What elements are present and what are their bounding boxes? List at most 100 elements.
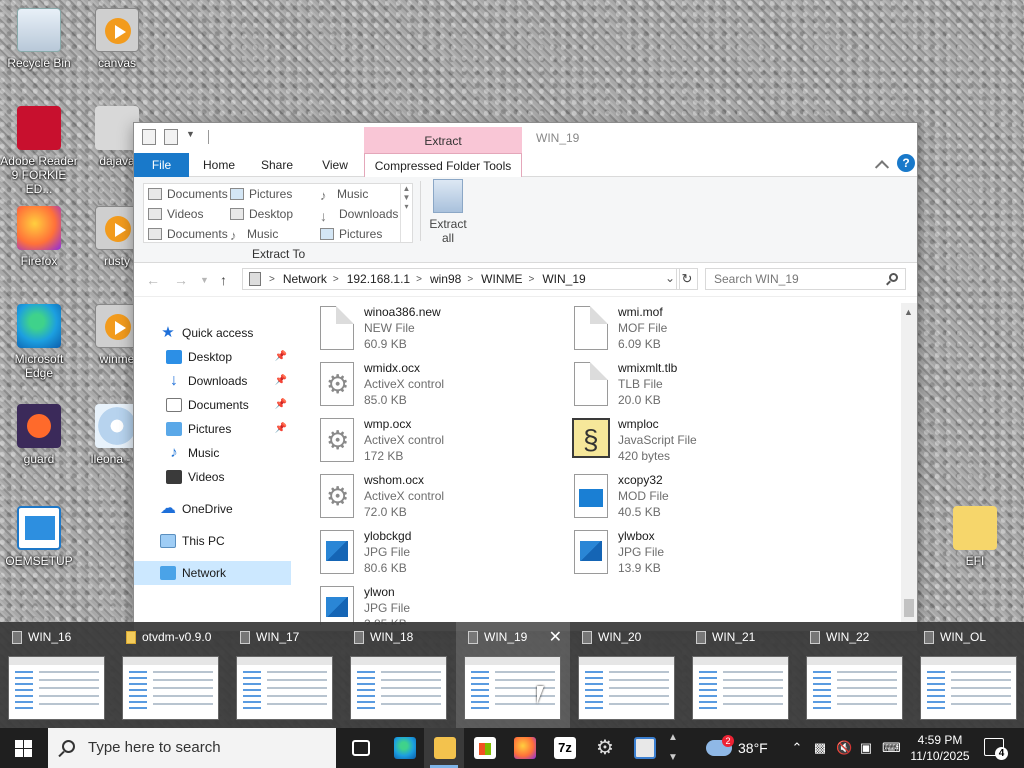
- up-arrow-icon[interactable]: ↑: [220, 272, 227, 288]
- nav-documents[interactable]: Documents 📌: [134, 393, 291, 417]
- pin-icon[interactable]: 📌: [275, 399, 287, 410]
- taskbar-overflow-icon[interactable]: ▲ ▼: [664, 728, 682, 768]
- destination-pictures-2[interactable]: Pictures: [320, 227, 382, 241]
- destination-documents[interactable]: Documents: [148, 187, 228, 201]
- file-item[interactable]: wmidx.ocx ActiveX control 85.0 KB: [296, 359, 536, 415]
- file-item[interactable]: wmixmlt.tlb TLB File 20.0 KB: [550, 359, 790, 415]
- tab-share[interactable]: Share: [252, 153, 302, 177]
- help-icon[interactable]: ?: [897, 154, 915, 172]
- desktop-icon-guard[interactable]: guard: [0, 404, 78, 466]
- new-folder-icon[interactable]: [164, 129, 178, 145]
- search-input[interactable]: Search WIN_19: [705, 268, 906, 290]
- file-list-scrollbar[interactable]: ▲: [901, 303, 917, 623]
- thumbnail-win18[interactable]: WIN_18: [342, 622, 456, 728]
- taskbar-control-panel[interactable]: [624, 728, 664, 768]
- file-item[interactable]: wmi.mof MOF File 6.09 KB: [550, 303, 790, 359]
- destination-music[interactable]: Music: [320, 187, 368, 201]
- breadcrumb-win19[interactable]: WIN_19: [542, 272, 585, 286]
- file-item[interactable]: xcopy32 MOD File 40.5 KB: [550, 471, 790, 527]
- thumbnail-win21[interactable]: WIN_21: [684, 622, 798, 728]
- nav-network[interactable]: Network: [134, 561, 291, 585]
- explorer-window[interactable]: ▼ Extract WIN_19 File Home Share View Co…: [133, 122, 918, 632]
- volume-muted-icon[interactable]: 🔇: [836, 741, 852, 755]
- recent-locations-icon[interactable]: ▼: [200, 275, 209, 285]
- file-item[interactable]: ylwon JPG File 2.85 KB: [296, 583, 536, 625]
- pin-icon[interactable]: 📌: [275, 351, 287, 362]
- thumbnail-win22[interactable]: WIN_22: [798, 622, 912, 728]
- notification-center-icon[interactable]: 4: [984, 738, 1008, 760]
- taskbar-firefox[interactable]: [504, 728, 544, 768]
- gallery-scroll[interactable]: ▲ ▼ ▾: [400, 184, 412, 242]
- desktop-icon-adobe-reader[interactable]: Adobe Reader 9 FORKIE ED...: [0, 106, 78, 196]
- weather-widget[interactable]: 2 38°F: [704, 728, 782, 768]
- thumbnail-win19[interactable]: WIN_19 ✕: [456, 622, 570, 728]
- breadcrumb-ip[interactable]: 192.168.1.1: [347, 272, 410, 286]
- clock[interactable]: 4:59 PM 11/10/2025: [908, 732, 972, 764]
- destination-videos[interactable]: Videos: [148, 207, 203, 221]
- taskbar-7zip[interactable]: 7z: [544, 728, 584, 768]
- desktop-icon-edge[interactable]: Microsoft Edge: [0, 304, 78, 380]
- task-view-button[interactable]: [340, 728, 380, 768]
- nav-quick-access[interactable]: ★ Quick access: [134, 321, 291, 345]
- desktop-icon-canvas[interactable]: canvas: [78, 8, 156, 70]
- refresh-button[interactable]: ↻: [676, 268, 698, 290]
- destination-documents-2[interactable]: Documents: [148, 227, 228, 241]
- file-item[interactable]: ylwbox JPG File 13.9 KB: [550, 527, 790, 583]
- network-tray-icon[interactable]: ▩: [813, 741, 827, 755]
- thumbnail-win20[interactable]: WIN_20: [570, 622, 684, 728]
- back-arrow-icon[interactable]: ←: [146, 272, 160, 288]
- desktop-icon-firefox[interactable]: Firefox: [0, 206, 78, 268]
- file-item[interactable]: winoa386.new NEW File 60.9 KB: [296, 303, 536, 359]
- extract-all-button[interactable]: Extract all: [426, 179, 470, 245]
- pin-icon[interactable]: 📌: [275, 375, 287, 386]
- title-bar[interactable]: ▼ Extract WIN_19: [134, 123, 917, 155]
- thumbnail-winol[interactable]: WIN_OL: [912, 622, 1024, 728]
- taskbar-store[interactable]: [464, 728, 504, 768]
- collapse-ribbon-icon[interactable]: [874, 160, 890, 175]
- nav-music[interactable]: ♪ Music: [134, 441, 291, 465]
- file-item[interactable]: wmploc JavaScript File 420 bytes: [550, 415, 790, 471]
- desktop-icon-efi[interactable]: EFI: [936, 506, 1014, 568]
- tab-compressed-folder-tools[interactable]: Compressed Folder Tools: [364, 153, 522, 178]
- tab-home[interactable]: Home: [194, 153, 244, 177]
- nav-videos[interactable]: Videos: [134, 465, 291, 489]
- taskbar-edge[interactable]: [384, 728, 424, 768]
- file-item[interactable]: ylobckgd JPG File 80.6 KB: [296, 527, 536, 583]
- file-item[interactable]: wshom.ocx ActiveX control 72.0 KB: [296, 471, 536, 527]
- breadcrumb-network[interactable]: Network: [283, 272, 327, 286]
- thumbnail-win17[interactable]: WIN_17: [228, 622, 342, 728]
- address-bar[interactable]: > Network > 192.168.1.1 > win98 > WINME …: [242, 268, 680, 290]
- breadcrumb-win98[interactable]: win98: [430, 272, 461, 286]
- nav-this-pc[interactable]: This PC: [134, 529, 291, 553]
- taskbar-file-explorer[interactable]: [424, 728, 464, 768]
- nav-onedrive[interactable]: ☁ OneDrive: [134, 497, 291, 521]
- nav-downloads[interactable]: ↓ Downloads 📌: [134, 369, 291, 393]
- forward-arrow-icon[interactable]: →: [174, 272, 188, 288]
- breadcrumb-winme[interactable]: WINME: [481, 272, 522, 286]
- address-dropdown-icon[interactable]: ⌄: [665, 271, 675, 285]
- desktop-icon-oemsetup[interactable]: OEMSETUP: [0, 506, 78, 568]
- file-item[interactable]: wmp.ocx ActiveX control 172 KB: [296, 415, 536, 471]
- close-icon[interactable]: ✕: [549, 627, 562, 647]
- destination-desktop[interactable]: Desktop: [230, 207, 293, 221]
- pin-icon[interactable]: 📌: [275, 423, 287, 434]
- display-icon[interactable]: ▣: [859, 741, 873, 755]
- destination-music-2[interactable]: Music: [230, 227, 278, 241]
- customize-qat-icon[interactable]: ▼: [186, 129, 200, 145]
- scroll-thumb[interactable]: [904, 599, 914, 617]
- nav-desktop[interactable]: Desktop 📌: [134, 345, 291, 369]
- taskbar-settings[interactable]: ⚙: [584, 728, 624, 768]
- thumbnail-otvdm[interactable]: otvdm-v0.9.0: [114, 622, 228, 728]
- properties-icon[interactable]: [142, 129, 156, 145]
- tab-file[interactable]: File: [134, 153, 189, 177]
- nav-pictures[interactable]: Pictures 📌: [134, 417, 291, 441]
- scroll-up-icon[interactable]: ▲: [904, 307, 913, 317]
- taskbar-search-input[interactable]: Type here to search: [48, 728, 336, 768]
- keyboard-icon[interactable]: ⌨: [882, 741, 901, 755]
- tab-view[interactable]: View: [310, 153, 360, 177]
- start-button[interactable]: [0, 728, 48, 768]
- destination-downloads[interactable]: Downloads: [320, 207, 398, 221]
- destination-pictures[interactable]: Pictures: [230, 187, 292, 201]
- show-hidden-icons-icon[interactable]: ⌃: [790, 741, 804, 755]
- desktop-icon-recycle-bin[interactable]: Recycle Bin: [0, 8, 78, 70]
